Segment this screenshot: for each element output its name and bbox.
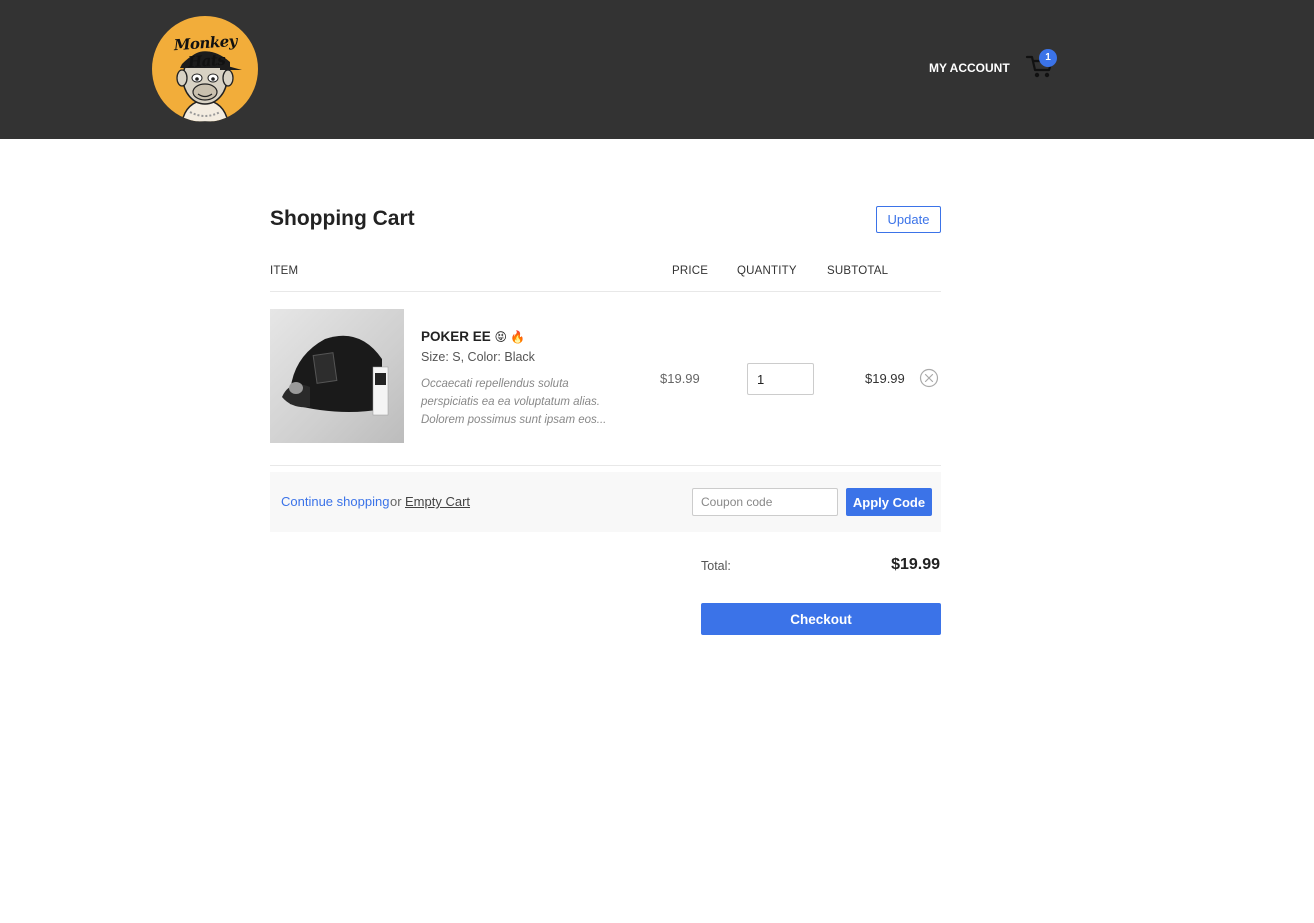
- column-header-item: ITEM: [270, 265, 299, 277]
- column-header-quantity: QUANTITY: [737, 265, 797, 277]
- quantity-input[interactable]: [747, 363, 814, 395]
- update-cart-button[interactable]: Update: [876, 206, 941, 233]
- cart-count-badge: 1: [1039, 49, 1057, 67]
- product-name[interactable]: POKER EE 😝 🔥: [421, 329, 525, 344]
- product-name-text: POKER EE: [421, 329, 491, 344]
- apply-code-button[interactable]: Apply Code: [846, 488, 932, 516]
- remove-item-button[interactable]: [919, 368, 939, 388]
- cap-image-icon: [282, 335, 389, 416]
- column-header-price: PRICE: [672, 265, 709, 277]
- or-text: or: [390, 494, 402, 509]
- checkout-button[interactable]: Checkout: [701, 603, 941, 635]
- site-header: Monkey Hats MY ACCOUNT 1: [0, 0, 1314, 139]
- logo-text: Monkey Hats: [173, 31, 238, 72]
- product-variant: Size: S, Color: Black: [421, 350, 535, 364]
- coupon-code-input[interactable]: [692, 488, 838, 516]
- continue-shopping-link[interactable]: Continue shopping: [281, 494, 389, 509]
- product-emojis: 😝 🔥: [494, 330, 526, 344]
- item-price: $19.99: [660, 371, 700, 386]
- empty-cart-link[interactable]: Empty Cart: [405, 494, 470, 509]
- cart-actions-bar: Continue shopping or Empty Cart Apply Co…: [270, 472, 941, 532]
- close-circle-icon: [919, 368, 939, 388]
- total-value: $19.99: [891, 556, 940, 573]
- monkey-hats-logo[interactable]: Monkey Hats: [152, 16, 258, 122]
- page-title: Shopping Cart: [270, 207, 415, 230]
- row-divider: [270, 465, 941, 466]
- total-label: Total:: [701, 559, 731, 573]
- product-image[interactable]: [270, 309, 404, 443]
- my-account-link[interactable]: MY ACCOUNT: [929, 61, 1010, 75]
- item-subtotal: $19.99: [865, 371, 905, 386]
- column-header-subtotal: SUBTOTAL: [827, 265, 889, 277]
- header-divider: [270, 291, 941, 292]
- product-description: Occaecati repellendus soluta perspiciati…: [421, 378, 607, 426]
- cart-button[interactable]: 1: [1025, 49, 1059, 82]
